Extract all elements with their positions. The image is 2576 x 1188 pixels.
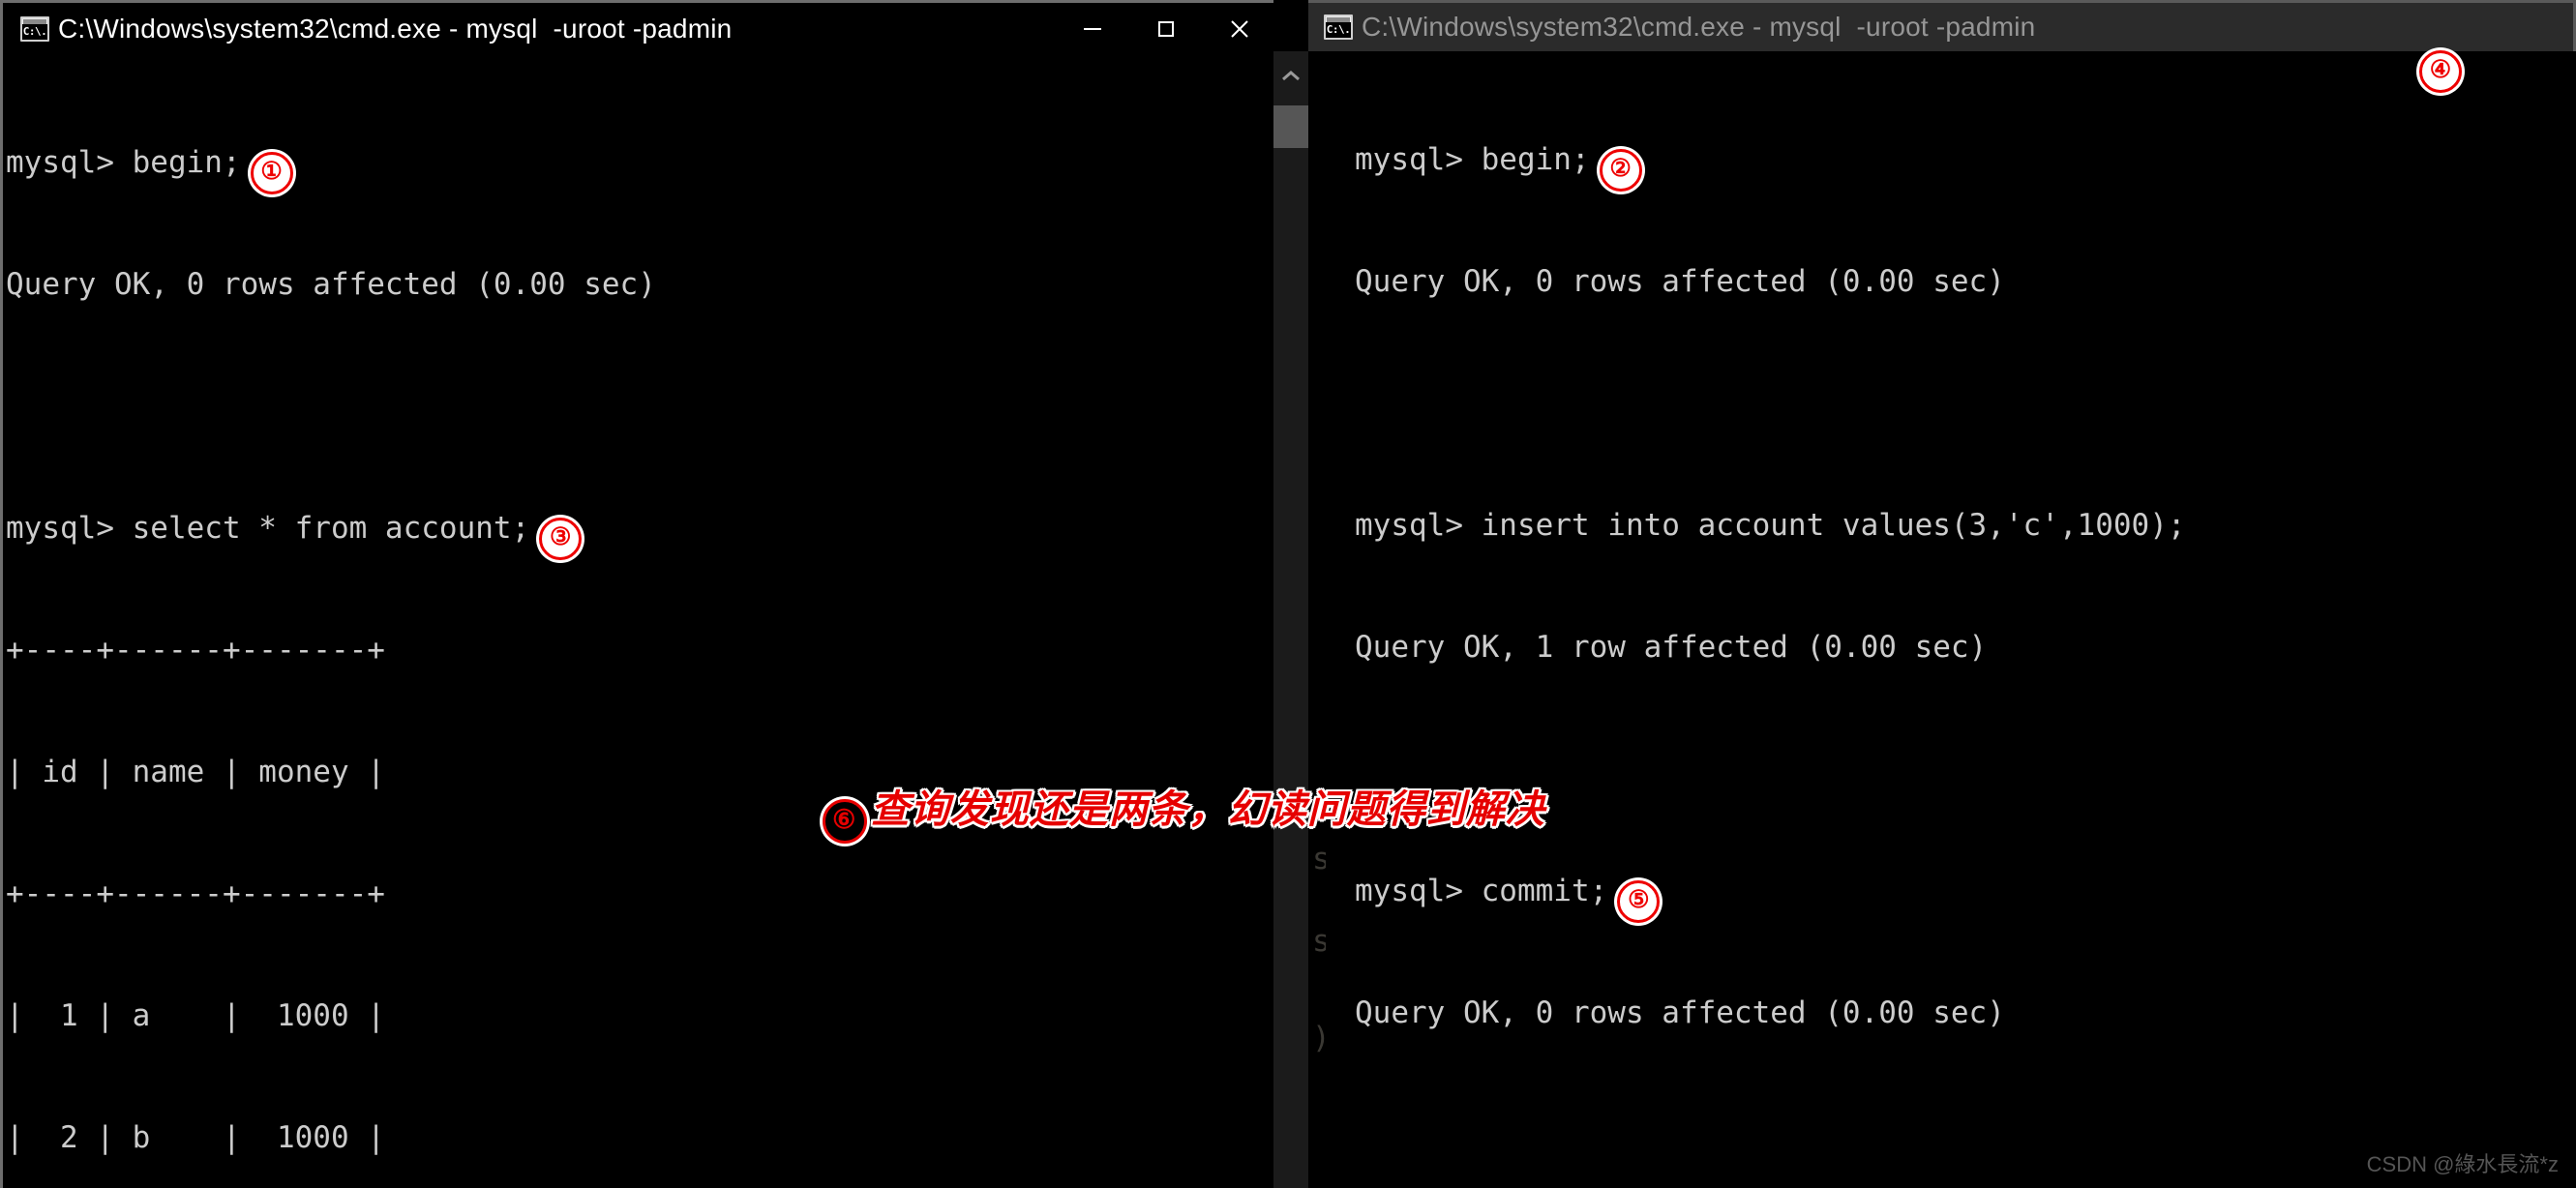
terminal-blank-line: ④ (1355, 50, 2574, 424)
terminal-line: mysql> begin; ① (6, 142, 1273, 194)
terminal-line-text: | 1 | a | 1000 | (6, 998, 385, 1033)
left-window-controls (1056, 3, 1273, 54)
csdn-watermark: CSDN @綠水長流*z (2366, 1152, 2559, 1176)
bleed-fragment: ) (1312, 1021, 1326, 1055)
marker-5: ⑤ (1617, 880, 1661, 923)
terminal-line: Query OK, 1 row affected (0.00 sec) (1355, 627, 2574, 668)
terminal-line-text: mysql> insert into account values(3,'c',… (1355, 508, 2186, 543)
terminal-line-text: +----+------+-------+ (6, 633, 385, 668)
terminal-line-text: | id | name | money | (6, 755, 385, 789)
left-window-scrollbar[interactable] (1273, 51, 1308, 1188)
cmd-icon (1324, 15, 1353, 40)
cmd-icon (20, 15, 49, 42)
left-window-title: C:\Windows\system32\cmd.exe - mysql -uro… (58, 13, 733, 44)
right-window-title: C:\Windows\system32\cmd.exe - mysql -uro… (1362, 12, 2036, 42)
terminal-line: Query OK, 0 rows affected (0.00 sec) (6, 264, 1273, 305)
bleed-fragment: s (1312, 924, 1326, 959)
terminal-line-text: mysql> select * from account; (6, 511, 530, 546)
terminal-line-text: Query OK, 0 rows affected (0.00 sec) (1355, 995, 2005, 1030)
marker-1: ① (250, 152, 293, 194)
annotation-overlay: ⑥ 查询发现还是两条，幻读问题得到解决 (764, 732, 1545, 889)
left-terminal-output[interactable]: mysql> begin; ① Query OK, 0 rows affected… (6, 61, 1273, 1188)
marker-2: ② (1599, 149, 1642, 192)
terminal-line: | 2 | b | 1000 | (6, 1117, 1273, 1158)
minimize-button[interactable] (1056, 3, 1129, 54)
terminal-line-text: | 2 | b | 1000 | (6, 1120, 385, 1155)
screenshot-root: C:\Windows\system32\cmd.exe - mysql -uro… (0, 0, 2576, 1188)
terminal-line: Query OK, 0 rows affected (0.00 sec) (1355, 993, 2574, 1033)
terminal-line-text: mysql> begin; (1355, 142, 1590, 177)
terminal-line: Query OK, 0 rows affected (0.00 sec) (1355, 261, 2574, 302)
terminal-line: | 1 | a | 1000 | (6, 995, 1273, 1036)
right-window-titlebar[interactable]: C:\Windows\system32\cmd.exe - mysql -uro… (1308, 0, 2576, 51)
close-button[interactable] (1203, 3, 1273, 54)
maximize-button[interactable] (1129, 3, 1203, 54)
terminal-line: mysql> insert into account values(3,'c',… (1355, 505, 2574, 546)
terminal-line: mysql> select * from account; ③ (6, 508, 1273, 560)
right-terminal-output[interactable]: mysql> begin; ② Query OK, 0 rows affected… (1355, 50, 2574, 1188)
left-terminal-window: C:\Windows\system32\cmd.exe - mysql -uro… (0, 0, 1273, 1188)
marker-4: ④ (2419, 50, 2462, 93)
terminal-line-text: Query OK, 0 rows affected (0.00 sec) (6, 267, 656, 302)
scroll-thumb[interactable] (1273, 105, 1308, 148)
terminal-line-text: Query OK, 0 rows affected (0.00 sec) (1355, 264, 2005, 299)
terminal-line-text: +----+------+-------+ (6, 876, 385, 911)
marker-3: ③ (539, 518, 583, 560)
annotation-text: 查询发现还是两条，幻读问题得到解决 (870, 787, 1545, 832)
scroll-up-arrow-icon[interactable] (1273, 51, 1308, 102)
terminal-line: mysql> begin; ② (1355, 139, 2574, 192)
left-window-titlebar[interactable]: C:\Windows\system32\cmd.exe - mysql -uro… (3, 3, 1273, 54)
right-terminal-window: C:\Windows\system32\cmd.exe - mysql -uro… (1308, 0, 2576, 1188)
marker-6: ⑥ (822, 799, 867, 844)
terminal-line: +----+------+-------+ (6, 630, 1273, 670)
terminal-line-text: Query OK, 1 row affected (0.00 sec) (1355, 630, 1988, 665)
terminal-line-text: mysql> begin; (6, 145, 241, 180)
